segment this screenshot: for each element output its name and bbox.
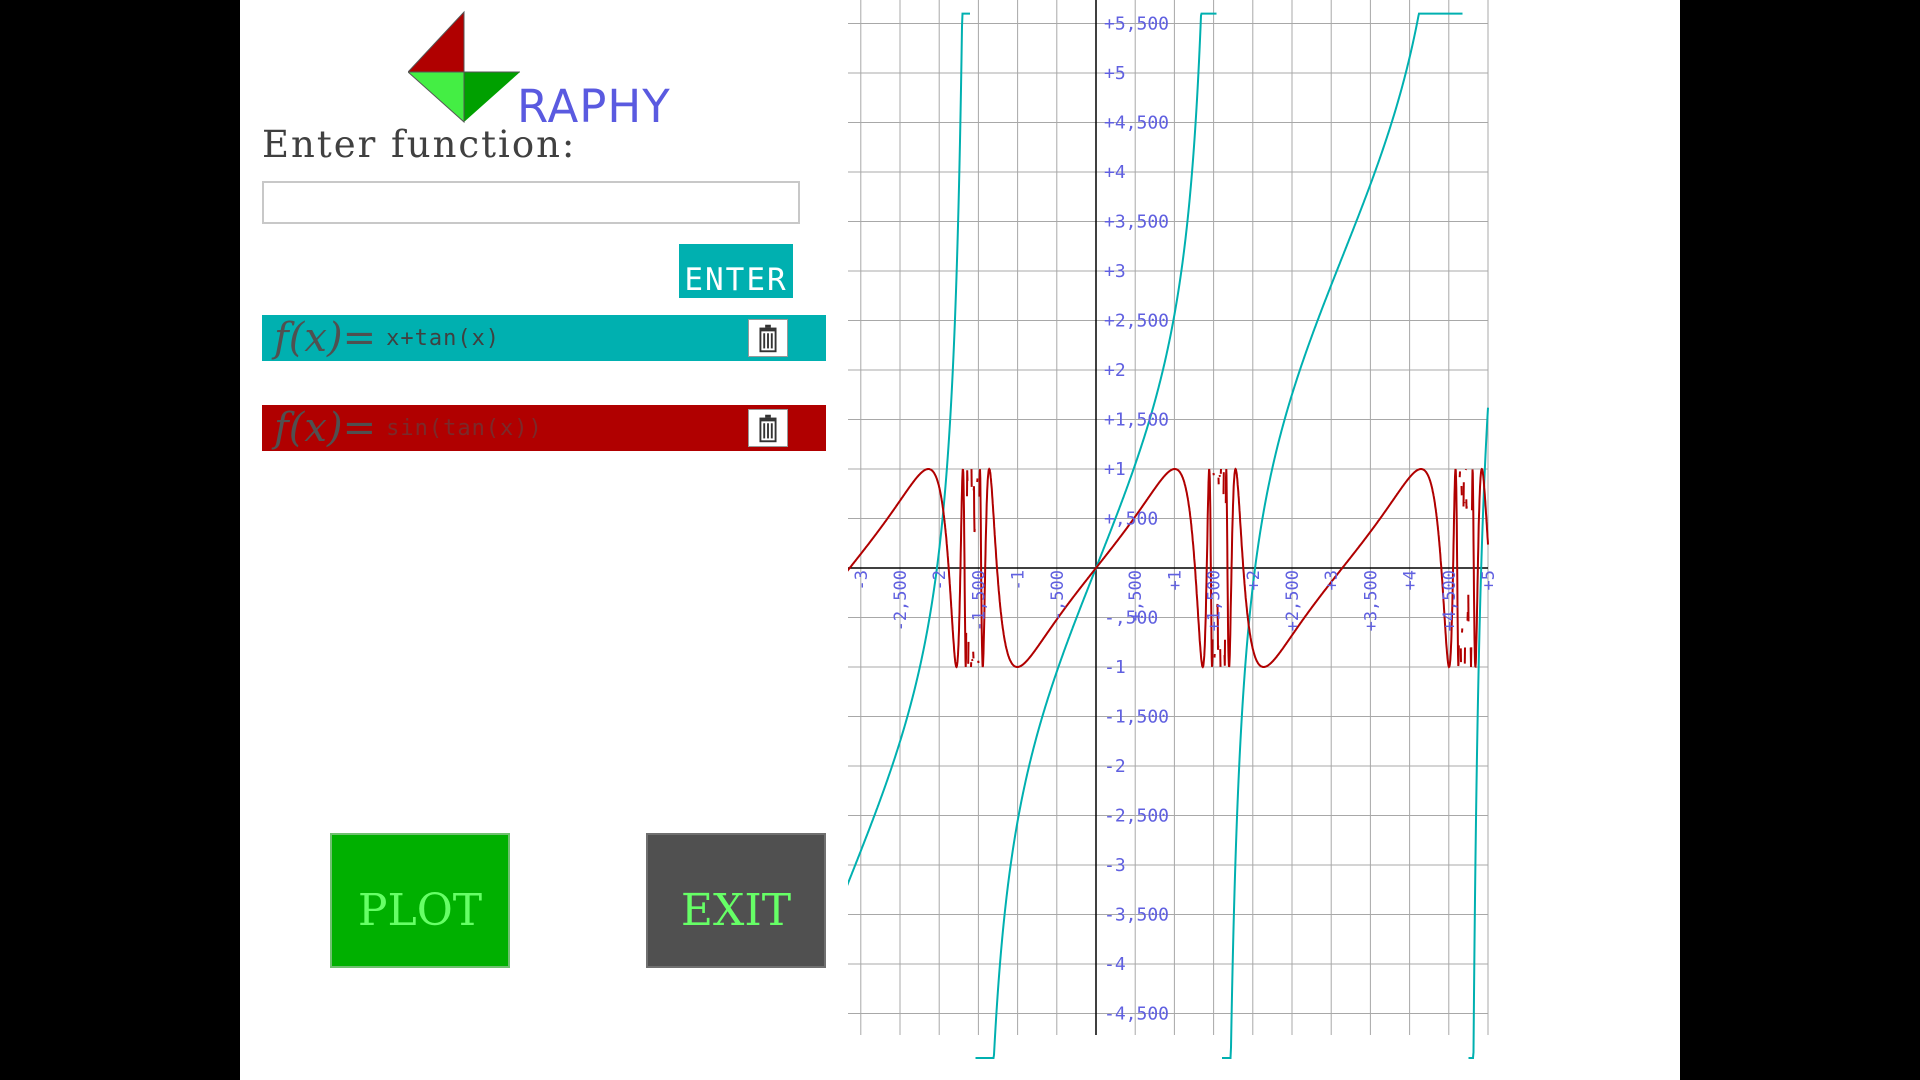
function-expression: x+tan(x) [386,325,501,351]
y-tick-label: -2,500 [1104,806,1169,827]
x-tick-label: +4 [1401,570,1421,590]
x-tick-label: +3,500 [1361,570,1381,631]
x-tick-label: +3 [1322,570,1342,590]
x-tick-label: -,500 [1048,570,1068,621]
curve-f2 [1469,647,1473,668]
curve-f2 [971,658,974,662]
x-axis-tick-labels: -5-4,500-4-3,500-3-2,500-2-1,500-1-,500+… [852,570,1499,631]
function-expression: sin(tan(x)) [386,415,543,441]
curve-f1 [1222,12,1463,1059]
function-prefix: f(x)= [274,315,377,361]
y-tick-label: -1 [1104,657,1126,678]
trash-icon[interactable] [748,409,788,447]
y-tick-label: +3 [1104,261,1126,282]
y-tick-label: +5,500 [1104,14,1169,35]
curve-f1 [848,12,970,886]
exit-button[interactable]: EXIT [646,833,826,968]
x-tick-label: -1,500 [969,570,989,631]
enter-function-label: Enter function: [262,123,577,166]
x-tick-label: -3 [852,570,872,590]
y-tick-label: +2,500 [1104,311,1169,332]
function-input[interactable] [262,181,800,224]
y-tick-label: +1 [1104,459,1126,480]
x-tick-label: +5 [1479,570,1499,590]
y-tick-label: -1,500 [1104,707,1169,728]
y-tick-label: +3,500 [1104,212,1169,233]
function-curves [848,12,1489,1059]
trash-icon[interactable] [748,319,788,357]
curve-f2 [966,470,969,497]
function-row-1[interactable]: f(x)= x+tan(x) [262,315,826,361]
y-tick-label: +5 [1104,63,1126,84]
plot-button[interactable]: PLOT [330,833,510,968]
y-tick-label: -4 [1104,954,1126,975]
x-tick-label: -2,500 [891,570,911,631]
x-tick-label: +2 [1244,570,1264,590]
x-tick-label: -2 [930,570,950,590]
y-tick-label: +,500 [1104,509,1158,530]
app-window: RAPHY Enter function: ENTER f(x)= x+tan(… [240,0,1680,1080]
curve-f2 [1465,499,1468,509]
x-tick-label: +1 [1165,570,1185,590]
y-tick-label: -,500 [1104,608,1158,629]
x-tick-label: +4,500 [1440,570,1460,631]
y-tick-label: +4,500 [1104,113,1169,134]
enter-button[interactable]: ENTER [679,244,793,298]
y-tick-label: -2 [1104,756,1126,777]
curve-f2 [1218,474,1221,478]
y-tick-label: -3 [1104,855,1126,876]
x-tick-label: -1 [1009,570,1029,590]
y-tick-label: -4,500 [1104,1004,1169,1025]
y-tick-label: -3,500 [1104,905,1169,926]
y-tick-label: +1,500 [1104,410,1169,431]
function-prefix: f(x)= [274,405,377,451]
curve-f2 [1223,639,1226,666]
graph-canvas[interactable]: -5-4,500-4-3,500-3-2,500-2-1,500-1-,500+… [848,0,1680,1080]
curve-f2 [972,486,976,533]
y-tick-label: +2 [1104,360,1126,381]
y-tick-label: +4 [1104,162,1126,183]
x-tick-label: +1,500 [1205,570,1225,631]
function-row-2[interactable]: f(x)= sin(tan(x)) [262,405,826,451]
x-tick-label: +2,500 [1283,570,1303,631]
logo-green-triangle [464,72,520,122]
